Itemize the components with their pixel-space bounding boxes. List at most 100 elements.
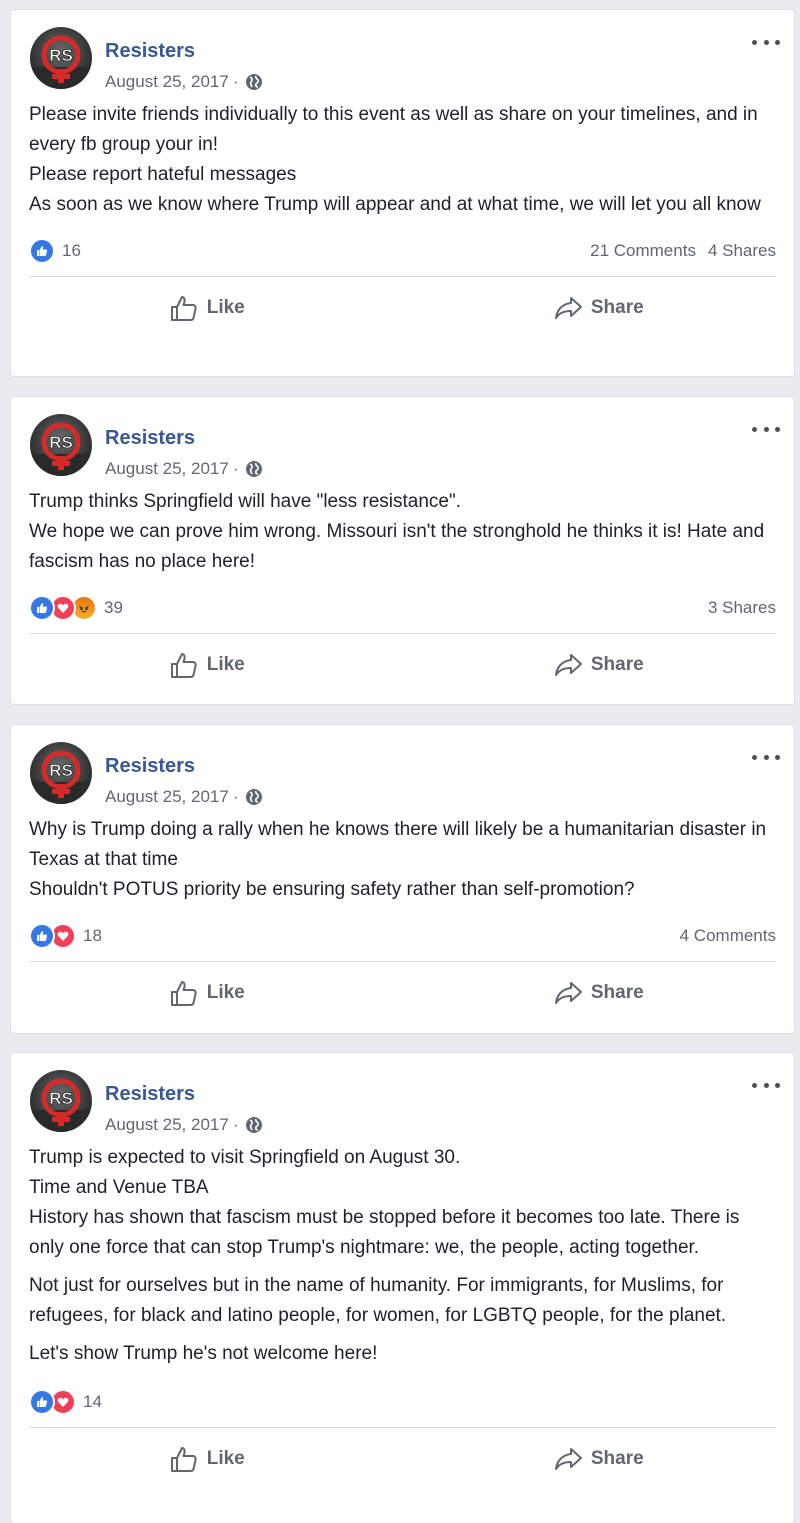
post-line: Please report hateful messages [29,164,297,185]
globe-icon[interactable] [245,460,263,478]
reactions-summary[interactable]: 16 [29,238,81,264]
feed-post: RS Resisters August 25, 2017 · Trump thi… [11,397,794,704]
separator-dot: · [232,72,239,91]
shares-count[interactable]: 3 Shares [708,598,776,618]
like-label: Like [206,297,245,318]
post-paragraph: Trump is expected to visit Springfield o… [29,1143,776,1263]
post-text: Trump is expected to visit Springfield o… [11,1143,794,1369]
reactions-summary[interactable]: 14 [29,1389,102,1415]
more-options-icon[interactable] [752,749,780,765]
post-paragraph: Why is Trump doing a rally when he knows… [29,815,776,905]
svg-text:RS: RS [49,1089,73,1108]
reactions-summary[interactable]: 18 [29,923,102,949]
share-arrow-icon [553,1446,583,1472]
more-options-icon[interactable] [752,421,780,437]
feed-post: RS Resisters August 25, 2017 · Please in… [11,10,794,376]
reaction-count[interactable]: 18 [83,926,102,946]
engagement-counts: 3 Shares [708,598,776,618]
post-text: Please invite friends individually to th… [11,100,794,220]
globe-icon[interactable] [245,73,263,91]
like-reaction-icon [29,1389,55,1415]
page-avatar[interactable]: RS [30,414,92,476]
post-date[interactable]: August 25, 2017 [105,1115,229,1135]
like-button[interactable]: Like [11,651,403,679]
post-line: Time and Venue TBA [29,1177,209,1198]
svg-text:RS: RS [49,761,73,780]
svg-text:RS: RS [49,433,73,452]
feed-post: RS Resisters August 25, 2017 · Trump is … [11,1053,794,1523]
post-actions: Like Share [11,1428,794,1490]
thumbs-up-icon [169,979,199,1007]
page-name[interactable]: Resisters [105,1083,195,1106]
post-paragraph: Let's show Trump he's not welcome here! [29,1343,378,1364]
page-avatar[interactable]: RS [30,742,92,804]
reaction-count[interactable]: 16 [62,241,81,261]
share-arrow-icon [553,652,583,678]
thumbs-up-icon [169,1445,199,1473]
like-label: Like [206,654,245,675]
share-button[interactable]: Share [403,1446,795,1472]
news-feed: RS Resisters August 25, 2017 · Please in… [0,0,800,1523]
share-button[interactable]: Share [403,980,795,1006]
post-header: RS Resisters August 25, 2017 · [11,725,794,809]
post-line: Trump thinks Springfield will have "less… [29,491,462,512]
more-options-icon[interactable] [752,1077,780,1093]
post-line: We hope we can prove him wrong. Missouri… [29,521,765,572]
post-actions: Like Share [11,962,794,1024]
post-paragraph: Trump thinks Springfield will have "less… [29,487,776,577]
reactions-summary[interactable]: 39 [29,595,123,621]
share-label: Share [590,297,644,318]
like-button[interactable]: Like [11,979,403,1007]
separator-dot: · [232,459,239,478]
share-button[interactable]: Share [403,295,795,321]
comments-count[interactable]: 21 Comments [590,241,696,261]
post-stats: 18 4 Comments [29,911,776,962]
share-arrow-icon [553,295,583,321]
post-text: Trump thinks Springfield will have "less… [11,487,794,577]
post-actions: Like Share [11,277,794,339]
shares-count[interactable]: 4 Shares [708,241,776,261]
post-meta: August 25, 2017 · [105,72,263,92]
globe-icon[interactable] [245,1116,263,1134]
page-name[interactable]: Resisters [105,755,195,778]
svg-text:RS: RS [49,46,73,65]
reaction-count[interactable]: 14 [83,1392,102,1412]
page-name[interactable]: Resisters [105,40,195,63]
post-line: History has shown that fascism must be s… [29,1207,740,1258]
like-reaction-icon [29,595,55,621]
separator-dot: · [232,1115,239,1134]
post-date[interactable]: August 25, 2017 [105,72,229,92]
thumbs-up-icon [169,294,199,322]
post-line: Trump is expected to visit Springfield o… [29,1147,461,1168]
share-button[interactable]: Share [403,652,795,678]
like-label: Like [206,982,245,1003]
globe-icon[interactable] [245,788,263,806]
like-button[interactable]: Like [11,1445,403,1473]
post-date[interactable]: August 25, 2017 [105,459,229,479]
reaction-count[interactable]: 39 [104,598,123,618]
post-meta: August 25, 2017 · [105,787,263,807]
like-reaction-icon [29,238,55,264]
post-header: RS Resisters August 25, 2017 · [11,397,794,481]
post-paragraph: Please invite friends individually to th… [29,100,776,220]
post-date[interactable]: August 25, 2017 [105,787,229,807]
post-line: Why is Trump doing a rally when he knows… [29,819,767,870]
page-name[interactable]: Resisters [105,427,195,450]
post-line: Please invite friends individually to th… [29,104,758,155]
post-header: RS Resisters August 25, 2017 · [11,10,794,94]
share-arrow-icon [553,980,583,1006]
more-options-icon[interactable] [752,34,780,50]
post-stats: 39 3 Shares [29,583,776,634]
thumbs-up-icon [169,651,199,679]
feed-post: RS Resisters August 25, 2017 · Why is Tr… [11,725,794,1033]
share-label: Share [590,982,644,1003]
comments-count[interactable]: 4 Comments [680,926,776,946]
engagement-counts: 21 Comments 4 Shares [590,241,776,261]
post-actions: Like Share [11,634,794,696]
page-avatar[interactable]: RS [30,1070,92,1132]
like-button[interactable]: Like [11,294,403,322]
post-stats: 16 21 Comments 4 Shares [29,226,776,277]
post-meta: August 25, 2017 · [105,1115,263,1135]
post-line: As soon as we know where Trump will appe… [29,194,761,215]
page-avatar[interactable]: RS [30,27,92,89]
